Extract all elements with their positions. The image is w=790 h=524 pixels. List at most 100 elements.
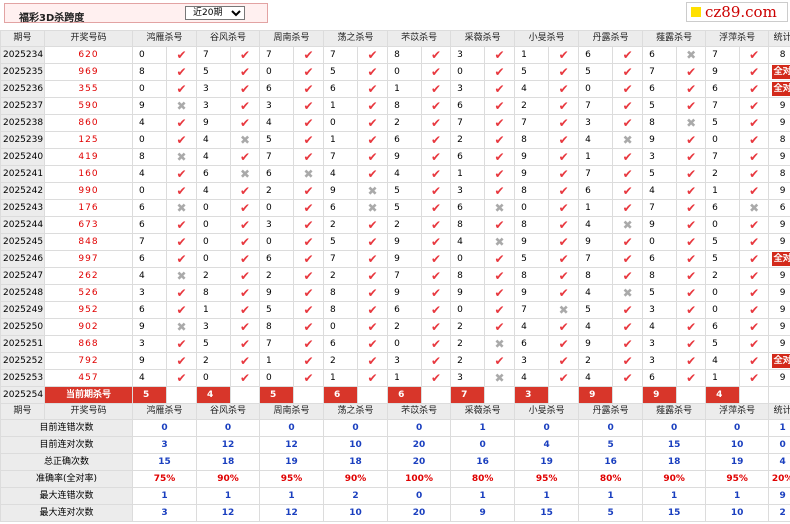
check-icon: ✔	[739, 165, 770, 183]
stat-value: 8	[779, 134, 786, 145]
kill-number: 5	[259, 301, 295, 319]
kill-number: 1	[387, 80, 423, 98]
table-row: 2025234 620 0 ✔ 7 ✔ 7 ✔ 7 ✔ 8 ✔ 3 ✔ 1 ✔ 6 ✔ 6 ✖ 7 ✔ 8	[0, 46, 790, 64]
kill-number: 7	[259, 46, 295, 64]
kill-number: 8	[642, 114, 678, 132]
check-icon: ✔	[293, 46, 325, 64]
kill-number: 4	[132, 369, 167, 387]
summary-value: 12	[259, 504, 325, 522]
kill-number: 9	[132, 352, 167, 370]
kill-number: 3	[387, 352, 423, 370]
check-icon: ✔	[739, 284, 770, 302]
kill-number: 7	[259, 335, 295, 353]
kill-number: 8	[387, 97, 423, 115]
issue-number: 2025251	[0, 335, 45, 353]
kill-number: 6	[132, 199, 167, 217]
check-icon: ✔	[165, 80, 198, 98]
kill-number: 5	[514, 63, 550, 81]
kill-number: 2	[387, 216, 423, 234]
issue-number: 2025244	[0, 216, 45, 234]
draw-number: 792	[44, 352, 133, 370]
check-icon: ✔	[739, 131, 770, 149]
site-logo[interactable]: cz89.com	[686, 2, 788, 22]
summary-row: 目前连对次数 3 12 12 10 20 0 4 5 15 10 0	[0, 436, 790, 454]
stat-cell: 8	[768, 131, 790, 149]
check-icon: ✔	[165, 301, 198, 319]
kill-number: 6	[514, 335, 550, 353]
kill-number: 9	[196, 114, 232, 132]
column-header: 期号	[0, 30, 45, 47]
check-icon: ✔	[676, 352, 707, 370]
summary-value: 15	[642, 504, 707, 522]
issue-number: 2025247	[0, 267, 45, 285]
stat-cell: 9	[768, 284, 790, 302]
check-icon: ✔	[421, 97, 452, 115]
kill-number: 4	[259, 114, 295, 132]
kill-number: 2	[514, 97, 550, 115]
summary-value: 95%	[514, 470, 580, 488]
check-icon: ✔	[357, 352, 389, 370]
kill-number: 0	[705, 131, 741, 149]
prediction-label: 当前期杀号	[44, 386, 133, 404]
stat-value: 9	[779, 117, 786, 128]
summary-value: 18	[196, 453, 261, 471]
summary-value: 100%	[387, 470, 452, 488]
prediction-issue: 2025254	[0, 386, 45, 404]
column-header: 丹露杀号	[578, 30, 644, 47]
kill-number: 1	[323, 97, 359, 115]
table-row: 2025242 990 0 ✔ 4 ✔ 2 ✔ 9 ✖ 5 ✔ 3 ✔ 8 ✔ 6 ✔ 4 ✔ 1 ✔ 9	[0, 182, 790, 200]
summary-row: 总正确次数 15 18 19 18 20 16 19 16 18 19 4	[0, 453, 790, 471]
check-icon: ✔	[548, 250, 580, 268]
kill-number: 9	[387, 233, 423, 251]
cross-icon: ✖	[548, 301, 580, 319]
check-icon: ✔	[357, 250, 389, 268]
kill-number: 6	[323, 199, 359, 217]
check-icon: ✔	[676, 267, 707, 285]
period-select[interactable]: 近20期	[185, 6, 245, 20]
draw-number: 160	[44, 165, 133, 183]
kill-number: 4	[196, 182, 232, 200]
kill-number: 2	[196, 352, 232, 370]
summary-column-header: 开奖号码	[44, 403, 133, 420]
kill-number: 7	[196, 46, 232, 64]
kill-number: 0	[196, 233, 232, 251]
check-icon: ✔	[165, 233, 198, 251]
stat-value: 9	[779, 185, 786, 196]
draw-number: 355	[44, 80, 133, 98]
kill-number: 1	[196, 301, 232, 319]
kill-number: 4	[387, 165, 423, 183]
prediction-spacer	[230, 386, 261, 404]
draw-number: 848	[44, 233, 133, 251]
check-icon: ✔	[165, 114, 198, 132]
prediction-kill-number: 6	[323, 386, 359, 404]
check-icon: ✔	[357, 267, 389, 285]
kill-number: 8	[323, 301, 359, 319]
cross-icon: ✖	[739, 199, 770, 217]
check-icon: ✔	[357, 284, 389, 302]
draw-number: 526	[44, 284, 133, 302]
kill-number: 0	[259, 369, 295, 387]
issue-number: 2025249	[0, 301, 45, 319]
check-icon: ✔	[357, 80, 389, 98]
check-icon: ✔	[739, 335, 770, 353]
check-icon: ✔	[165, 250, 198, 268]
check-icon: ✔	[676, 233, 707, 251]
stat-cell: 全对	[768, 80, 790, 98]
summary-value: 19	[514, 453, 580, 471]
summary-value: 0	[323, 419, 389, 437]
check-icon: ✔	[739, 97, 770, 115]
check-icon: ✔	[676, 148, 707, 166]
kill-span-table: 期号 开奖号码 鸿雁杀号 谷风杀号 周南杀号 荡之杀号 芣苡杀号 采薇杀号 小旻杀号 丹露杀号 薤露…	[0, 30, 790, 522]
kill-number: 6	[132, 301, 167, 319]
check-icon: ✔	[484, 318, 516, 336]
kill-number: 5	[387, 182, 423, 200]
check-icon: ✔	[612, 335, 644, 353]
issue-number: 2025245	[0, 233, 45, 251]
check-icon: ✔	[421, 165, 452, 183]
draw-number: 176	[44, 199, 133, 217]
summary-value: 0	[578, 419, 644, 437]
kill-number: 3	[450, 80, 486, 98]
kill-number: 8	[450, 267, 486, 285]
check-icon: ✔	[739, 80, 770, 98]
check-icon: ✔	[676, 182, 707, 200]
